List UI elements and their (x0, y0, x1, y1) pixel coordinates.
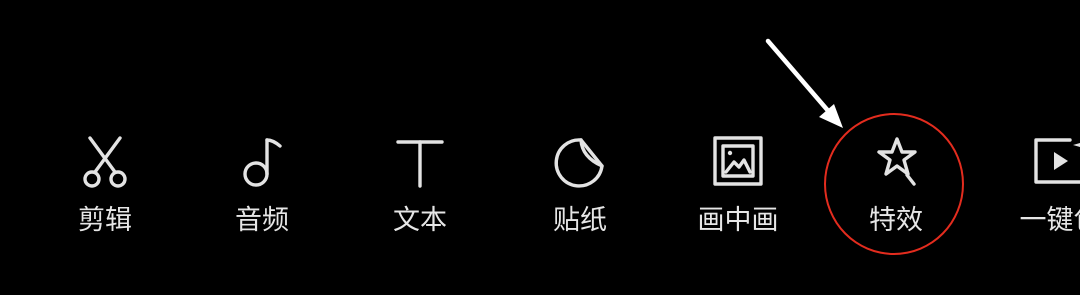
music-note-icon (232, 130, 292, 194)
tool-text[interactable]: 文本 (350, 130, 490, 245)
text-t-icon (390, 130, 450, 194)
tool-label: 特效 (869, 205, 923, 236)
picture-in-picture-icon (708, 130, 768, 194)
tool-label: 音频 (235, 205, 289, 236)
tool-one-click[interactable]: 一键包 (990, 130, 1080, 245)
tool-sticker[interactable]: 贴纸 (510, 130, 650, 245)
tool-label: 画中画 (697, 205, 779, 236)
sticker-icon (550, 130, 610, 194)
video-sparkle-icon (1030, 130, 1080, 194)
tool-label: 剪辑 (78, 205, 132, 236)
tool-label: 贴纸 (553, 205, 607, 236)
pointer-arrow-icon (765, 38, 843, 128)
tool-label: 一键包 (1019, 205, 1080, 236)
tool-cut[interactable]: 剪辑 (35, 130, 175, 245)
scissors-icon (75, 130, 135, 194)
tool-label: 文本 (393, 205, 447, 236)
star-sparkle-icon (866, 130, 926, 194)
tool-effects[interactable]: 特效 (826, 130, 966, 245)
tool-picture-in-picture[interactable]: 画中画 (668, 130, 808, 245)
tool-audio[interactable]: 音频 (192, 130, 332, 245)
